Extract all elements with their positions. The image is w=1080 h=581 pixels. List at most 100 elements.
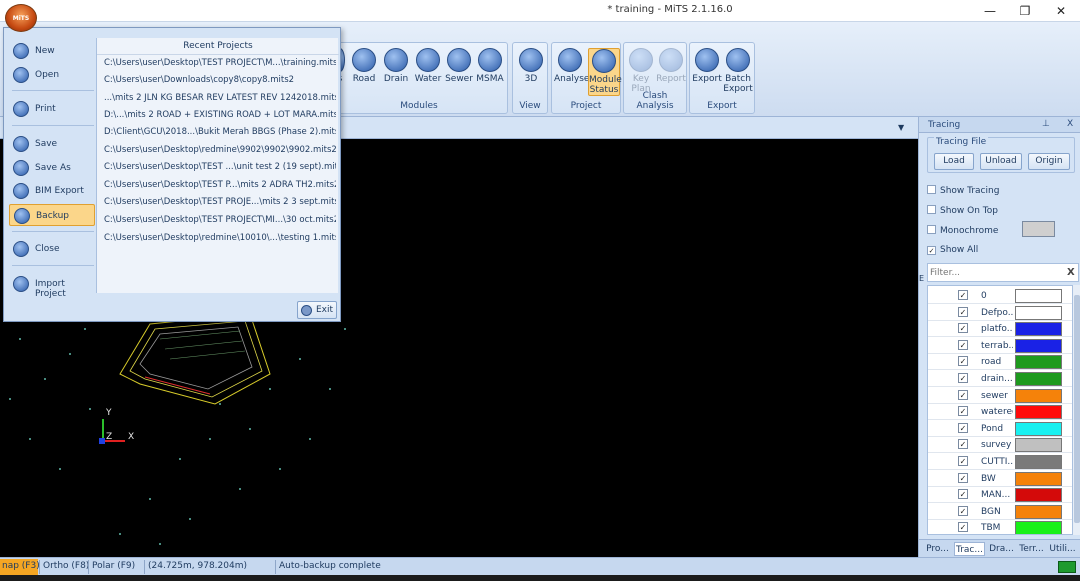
tab-tracing[interactable]: Trac... (954, 542, 985, 556)
batch-export-button[interactable]: Batch Export (723, 48, 753, 94)
layer-color-swatch[interactable] (1015, 504, 1062, 519)
layer-color-swatch[interactable] (1015, 521, 1062, 534)
menu-item-new[interactable]: New (9, 40, 95, 62)
panel-close-icon[interactable]: X (1067, 119, 1073, 129)
layer-visibility-checkbox[interactable]: ✓ (958, 339, 968, 350)
layer-color-swatch[interactable] (1015, 372, 1062, 386)
layer-row[interactable]: ✓ BGN (928, 504, 1072, 520)
layer-visibility-checkbox[interactable]: ✓ (958, 489, 968, 500)
layer-color-swatch[interactable] (1015, 305, 1062, 320)
3d-button[interactable]: 3D (516, 48, 546, 84)
layer-visibility-checkbox[interactable]: ✓ (958, 306, 968, 317)
recent-project-item[interactable]: C:\Users\user\Desktop\TEST PROJE...\mits… (104, 197, 336, 207)
layer-color-swatch[interactable] (1015, 338, 1062, 353)
tab-properties[interactable]: Pro... (922, 542, 953, 556)
pin-icon[interactable]: ⊥ (1042, 119, 1050, 129)
recent-project-item[interactable]: C:\Users\user\Downloads\copy8\copy8.mits… (104, 75, 336, 85)
layer-visibility-checkbox[interactable]: ✓ (958, 522, 968, 533)
recent-project-item[interactable]: C:\Users\user\Desktop\redmine\10010\...\… (104, 233, 336, 243)
application-menu-button[interactable]: MiTS (5, 4, 37, 32)
origin-button[interactable]: Origin (1028, 153, 1070, 170)
report-button[interactable]: Report (656, 48, 686, 84)
filter-input[interactable] (930, 266, 1060, 279)
layer-visibility-checkbox[interactable]: ✓ (958, 290, 968, 300)
menu-item-print[interactable]: Print (9, 98, 95, 120)
layer-visibility-checkbox[interactable]: ✓ (958, 406, 968, 417)
menu-item-open[interactable]: Open (9, 64, 95, 86)
layer-color-swatch[interactable] (1015, 421, 1062, 436)
layer-row[interactable]: ✓ Pond (928, 421, 1072, 437)
tab-drawing[interactable]: Dra... (986, 542, 1017, 556)
layer-row[interactable]: ✓ survey (928, 437, 1072, 454)
recent-project-item[interactable]: C:\Users\user\Desktop\TEST PROJECT\M...\… (104, 58, 336, 68)
layer-visibility-checkbox[interactable]: ✓ (958, 456, 968, 466)
recent-project-item[interactable]: C:\Users\user\Desktop\redmine\9902\9902\… (104, 145, 336, 155)
layer-visibility-checkbox[interactable]: ✓ (958, 356, 968, 367)
recent-project-item[interactable]: C:\Users\user\Desktop\TEST PROJECT\MI...… (104, 215, 336, 225)
layer-visibility-checkbox[interactable]: ✓ (958, 422, 968, 433)
layer-row[interactable]: ✓ MAN... (928, 487, 1072, 504)
minimize-button[interactable]: — (972, 0, 1008, 22)
menu-item-save-as[interactable]: Save As (9, 157, 95, 179)
layer-row[interactable]: ✓ waterec (928, 404, 1072, 421)
layer-color-swatch[interactable] (1015, 455, 1062, 469)
layer-color-swatch[interactable] (1015, 488, 1062, 503)
ortho-toggle[interactable]: Ortho (F8) (43, 561, 89, 571)
layer-row[interactable]: ✓ terrab... (928, 338, 1072, 354)
menu-item-bim-export[interactable]: BIM Export (9, 180, 95, 202)
layer-color-swatch[interactable] (1015, 289, 1062, 303)
show-tracing-checkbox[interactable]: Show Tracing (927, 185, 999, 196)
layer-color-swatch[interactable] (1015, 438, 1062, 453)
analyse-button[interactable]: Analyse (554, 48, 589, 84)
sewer-button[interactable]: Sewer (444, 48, 474, 84)
scrollbar-thumb[interactable] (1074, 295, 1080, 523)
monochrome-color-swatch[interactable] (1022, 221, 1055, 237)
layer-visibility-checkbox[interactable]: ✓ (958, 389, 968, 400)
recent-project-item[interactable]: D:\...\mits 2 ROAD + EXISTING ROAD + LOT… (104, 110, 336, 120)
menu-item-close[interactable]: Close (9, 238, 95, 260)
layer-row[interactable]: ✓ BW (928, 471, 1072, 487)
filter-clear-icon[interactable]: X (1067, 267, 1075, 278)
key-plan-button[interactable]: Key Plan (626, 48, 656, 94)
snap-toggle[interactable]: nap (F3) (2, 561, 40, 571)
layer-visibility-checkbox[interactable]: ✓ (958, 439, 968, 450)
menu-item-backup[interactable]: Backup (9, 204, 95, 226)
layer-row[interactable]: ✓ drain... (928, 371, 1072, 387)
module-status-button[interactable]: Module Status (588, 48, 622, 96)
layer-visibility-checkbox[interactable]: ✓ (958, 323, 968, 334)
recent-project-item[interactable]: C:\Users\user\Desktop\TEST P...\mits 2 A… (104, 180, 336, 190)
recent-project-item[interactable]: D:\Client\GCU\2018...\Bukit Merah BBGS (… (104, 127, 336, 137)
menu-item-import-project[interactable]: Import Project (9, 273, 95, 299)
recent-project-item[interactable]: C:\Users\user\Desktop\TEST ...\unit test… (104, 162, 336, 172)
layer-row[interactable]: ✓ CUTTI... (928, 454, 1072, 470)
tab-terrain[interactable]: Terr... (1016, 542, 1047, 556)
msma-button[interactable]: MSMA (475, 48, 505, 84)
menu-item-save[interactable]: Save (9, 133, 95, 155)
layer-row[interactable]: ✓ road (928, 354, 1072, 371)
monochrome-checkbox[interactable]: Monochrome (927, 225, 998, 236)
maximize-button[interactable]: ❐ (1007, 0, 1043, 22)
recent-project-item[interactable]: ...\mits 2 JLN KG BESAR REV LATEST REV 1… (104, 93, 336, 103)
close-button[interactable]: ✕ (1043, 0, 1079, 22)
layer-row[interactable]: ✓ Defpo... (928, 305, 1072, 321)
show-on-top-checkbox[interactable]: Show On Top (927, 205, 998, 216)
layer-visibility-checkbox[interactable]: ✓ (958, 505, 968, 516)
layer-row[interactable]: ✓ platfo... (928, 321, 1072, 338)
document-dropdown-icon[interactable]: ▼ (898, 123, 904, 132)
show-all-checkbox[interactable]: ✓ Show All (927, 245, 978, 255)
layer-visibility-checkbox[interactable]: ✓ (958, 472, 968, 483)
unload-button[interactable]: Unload (980, 153, 1022, 170)
layer-row[interactable]: ✓ 0 (928, 288, 1072, 304)
layer-color-swatch[interactable] (1015, 322, 1062, 337)
layer-color-swatch[interactable] (1015, 471, 1062, 486)
layer-color-swatch[interactable] (1015, 388, 1062, 403)
layer-list-scrollbar[interactable] (1073, 285, 1080, 535)
water-button[interactable]: Water (413, 48, 443, 84)
layer-row[interactable]: ✓ sewer (928, 388, 1072, 404)
layer-color-swatch[interactable] (1015, 355, 1062, 370)
layer-color-swatch[interactable] (1015, 405, 1062, 420)
exit-button[interactable]: Exit (297, 301, 337, 319)
layer-visibility-checkbox[interactable]: ✓ (958, 373, 968, 383)
polar-toggle[interactable]: Polar (F9) (92, 561, 135, 571)
road-button[interactable]: Road (349, 48, 379, 84)
